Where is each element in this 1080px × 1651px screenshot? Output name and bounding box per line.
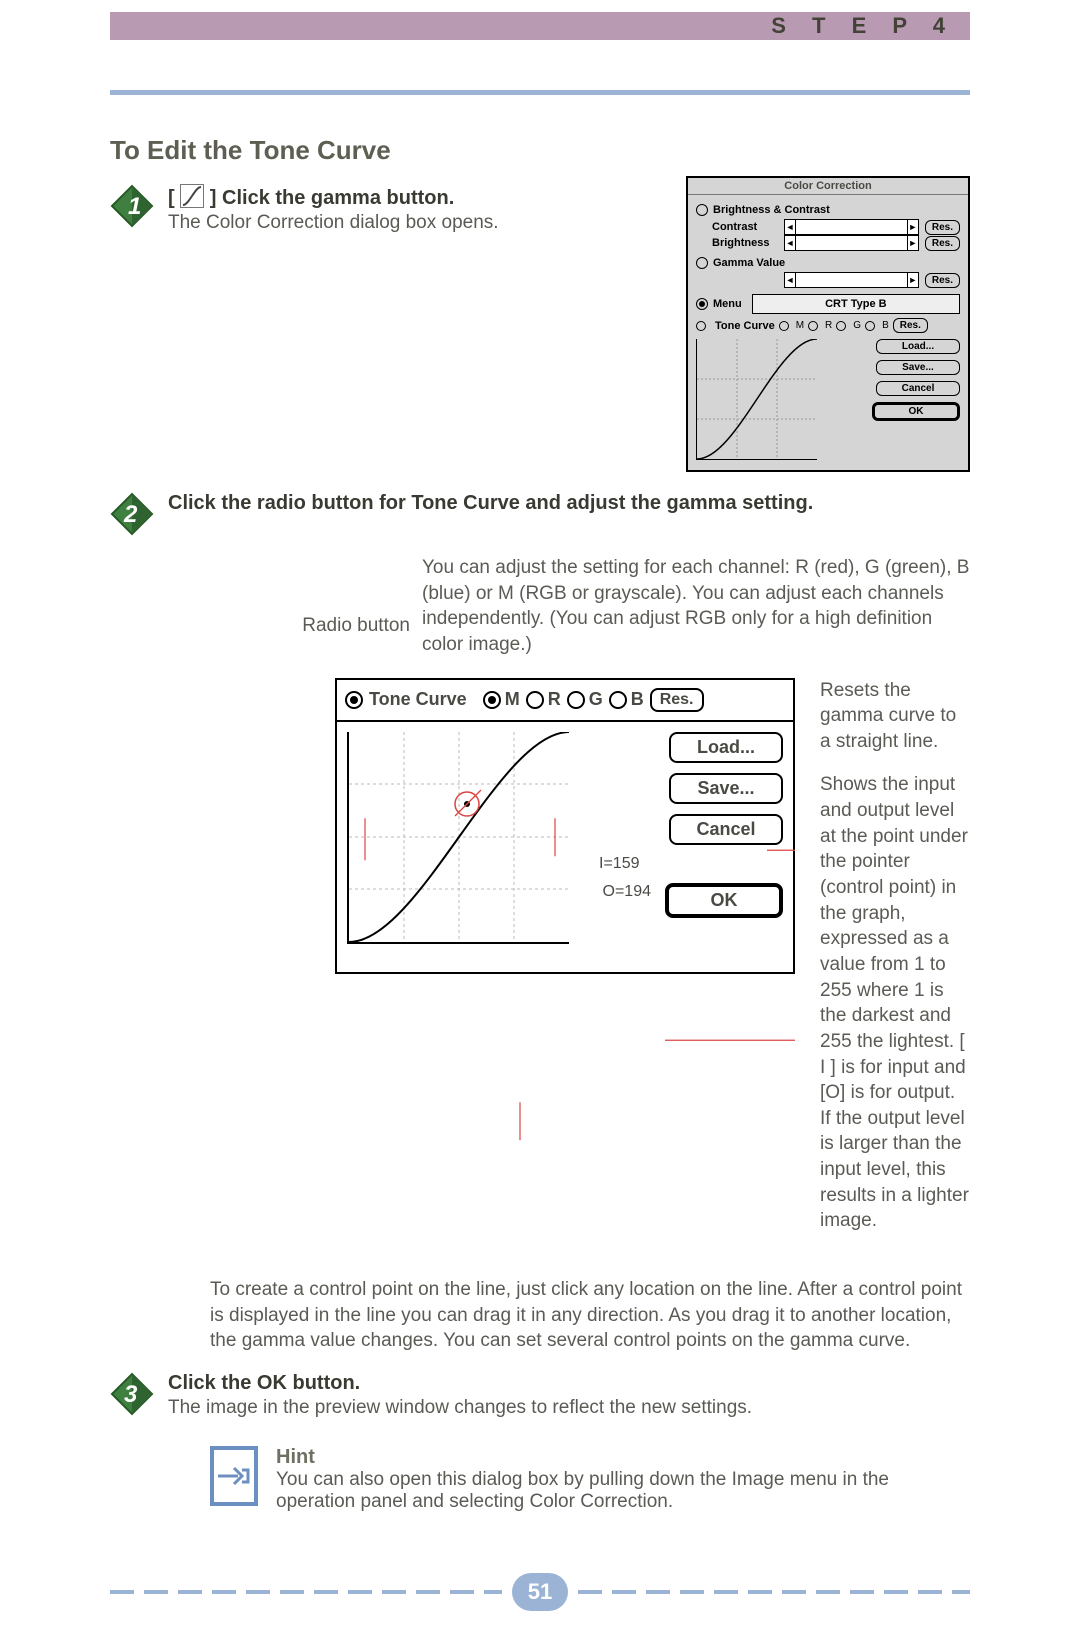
- gamma-value-radio[interactable]: [696, 257, 708, 269]
- step-3-title: Click the OK button.: [168, 1372, 360, 1394]
- hint-icon: [210, 1446, 258, 1506]
- step-1-body: The Color Correction dialog box opens.: [168, 210, 646, 236]
- menu-dropdown[interactable]: CRT Type B: [752, 294, 960, 314]
- io-note: Shows the input and output level at the …: [820, 772, 970, 1234]
- hint-body: You can also open this dialog box by pul…: [276, 1469, 970, 1513]
- tc-reset-button[interactable]: Res.: [650, 688, 704, 712]
- tone-curve-graph[interactable]: [347, 732, 569, 944]
- gamma-value-label: Gamma Value: [713, 257, 785, 269]
- ok-button-big[interactable]: OK: [665, 883, 783, 918]
- brightness-contrast-radio[interactable]: [696, 204, 708, 216]
- gamma-curve-icon: [180, 184, 204, 208]
- reset-note: Resets the gamma curve to a straight lin…: [820, 678, 970, 755]
- header-rule: [110, 90, 970, 95]
- channel-r-radio[interactable]: [526, 691, 544, 709]
- step-2-title: Click the radio button for Tone Curve an…: [168, 492, 813, 514]
- page-number: 51: [512, 1573, 568, 1611]
- brightness-reset-button[interactable]: Res.: [925, 236, 960, 251]
- step-2-badge: 2: [110, 492, 154, 541]
- channel-g-radio[interactable]: [567, 691, 585, 709]
- section-title: To Edit the Tone Curve: [110, 135, 970, 166]
- cancel-button[interactable]: Cancel: [876, 381, 960, 396]
- tone-curve-radio[interactable]: [345, 691, 363, 709]
- tone-curve-figure: Tone Curve M R G B Res.: [335, 678, 795, 1252]
- ok-button[interactable]: OK: [872, 402, 960, 421]
- dialog-title: Color Correction: [688, 178, 968, 195]
- radio-button-caption: Radio button: [302, 615, 410, 636]
- load-button[interactable]: Load...: [876, 339, 960, 354]
- step-1-title: [ ] Click the gamma button.: [168, 187, 454, 209]
- svg-text:3: 3: [124, 1381, 138, 1408]
- input-level-readout: I=159: [599, 855, 639, 873]
- cancel-button-big[interactable]: Cancel: [669, 814, 783, 845]
- tone-curve-label: Tone Curve: [369, 689, 467, 710]
- save-button[interactable]: Save...: [876, 360, 960, 375]
- step-3-badge: 3: [110, 1372, 154, 1421]
- svg-text:1: 1: [128, 193, 141, 220]
- step-2-intro: You can adjust the setting for each chan…: [422, 555, 970, 658]
- tone-curve-label-small: Tone Curve: [715, 320, 775, 332]
- page-header-band: S T E P 4: [110, 12, 970, 40]
- load-button-big[interactable]: Load...: [669, 732, 783, 763]
- gamma-slider[interactable]: ◄►: [784, 272, 919, 288]
- save-button-big[interactable]: Save...: [669, 773, 783, 804]
- color-correction-dialog: Color Correction Brightness & Contrast C…: [686, 176, 970, 472]
- tone-curve-radio-small[interactable]: [696, 321, 706, 331]
- output-level-readout: O=194: [603, 883, 651, 901]
- menu-radio[interactable]: [696, 298, 708, 310]
- page-rule-right: [578, 1590, 970, 1594]
- contrast-slider[interactable]: ◄►: [784, 219, 919, 235]
- step-number: S T E P 4: [771, 13, 955, 39]
- brightness-label: Brightness: [712, 237, 778, 249]
- hint-title: Hint: [276, 1446, 970, 1469]
- contrast-reset-button[interactable]: Res.: [925, 220, 960, 235]
- tc-reset-button-small[interactable]: Res.: [893, 318, 928, 333]
- step-3-body: The image in the preview window changes …: [168, 1395, 970, 1421]
- contrast-label: Contrast: [712, 221, 778, 233]
- channel-m-radio[interactable]: [483, 691, 501, 709]
- page-rule-left: [110, 1590, 502, 1594]
- step-2-after: To create a control point on the line, j…: [210, 1277, 970, 1354]
- brightness-slider[interactable]: ◄►: [784, 235, 919, 251]
- gamma-reset-button[interactable]: Res.: [925, 273, 960, 288]
- step-1-badge: 1: [110, 184, 154, 233]
- tone-curve-graph-small[interactable]: [696, 339, 817, 460]
- svg-text:2: 2: [123, 501, 138, 528]
- channel-b-radio[interactable]: [609, 691, 627, 709]
- brightness-contrast-label: Brightness & Contrast: [713, 204, 830, 216]
- menu-label: Menu: [713, 298, 742, 310]
